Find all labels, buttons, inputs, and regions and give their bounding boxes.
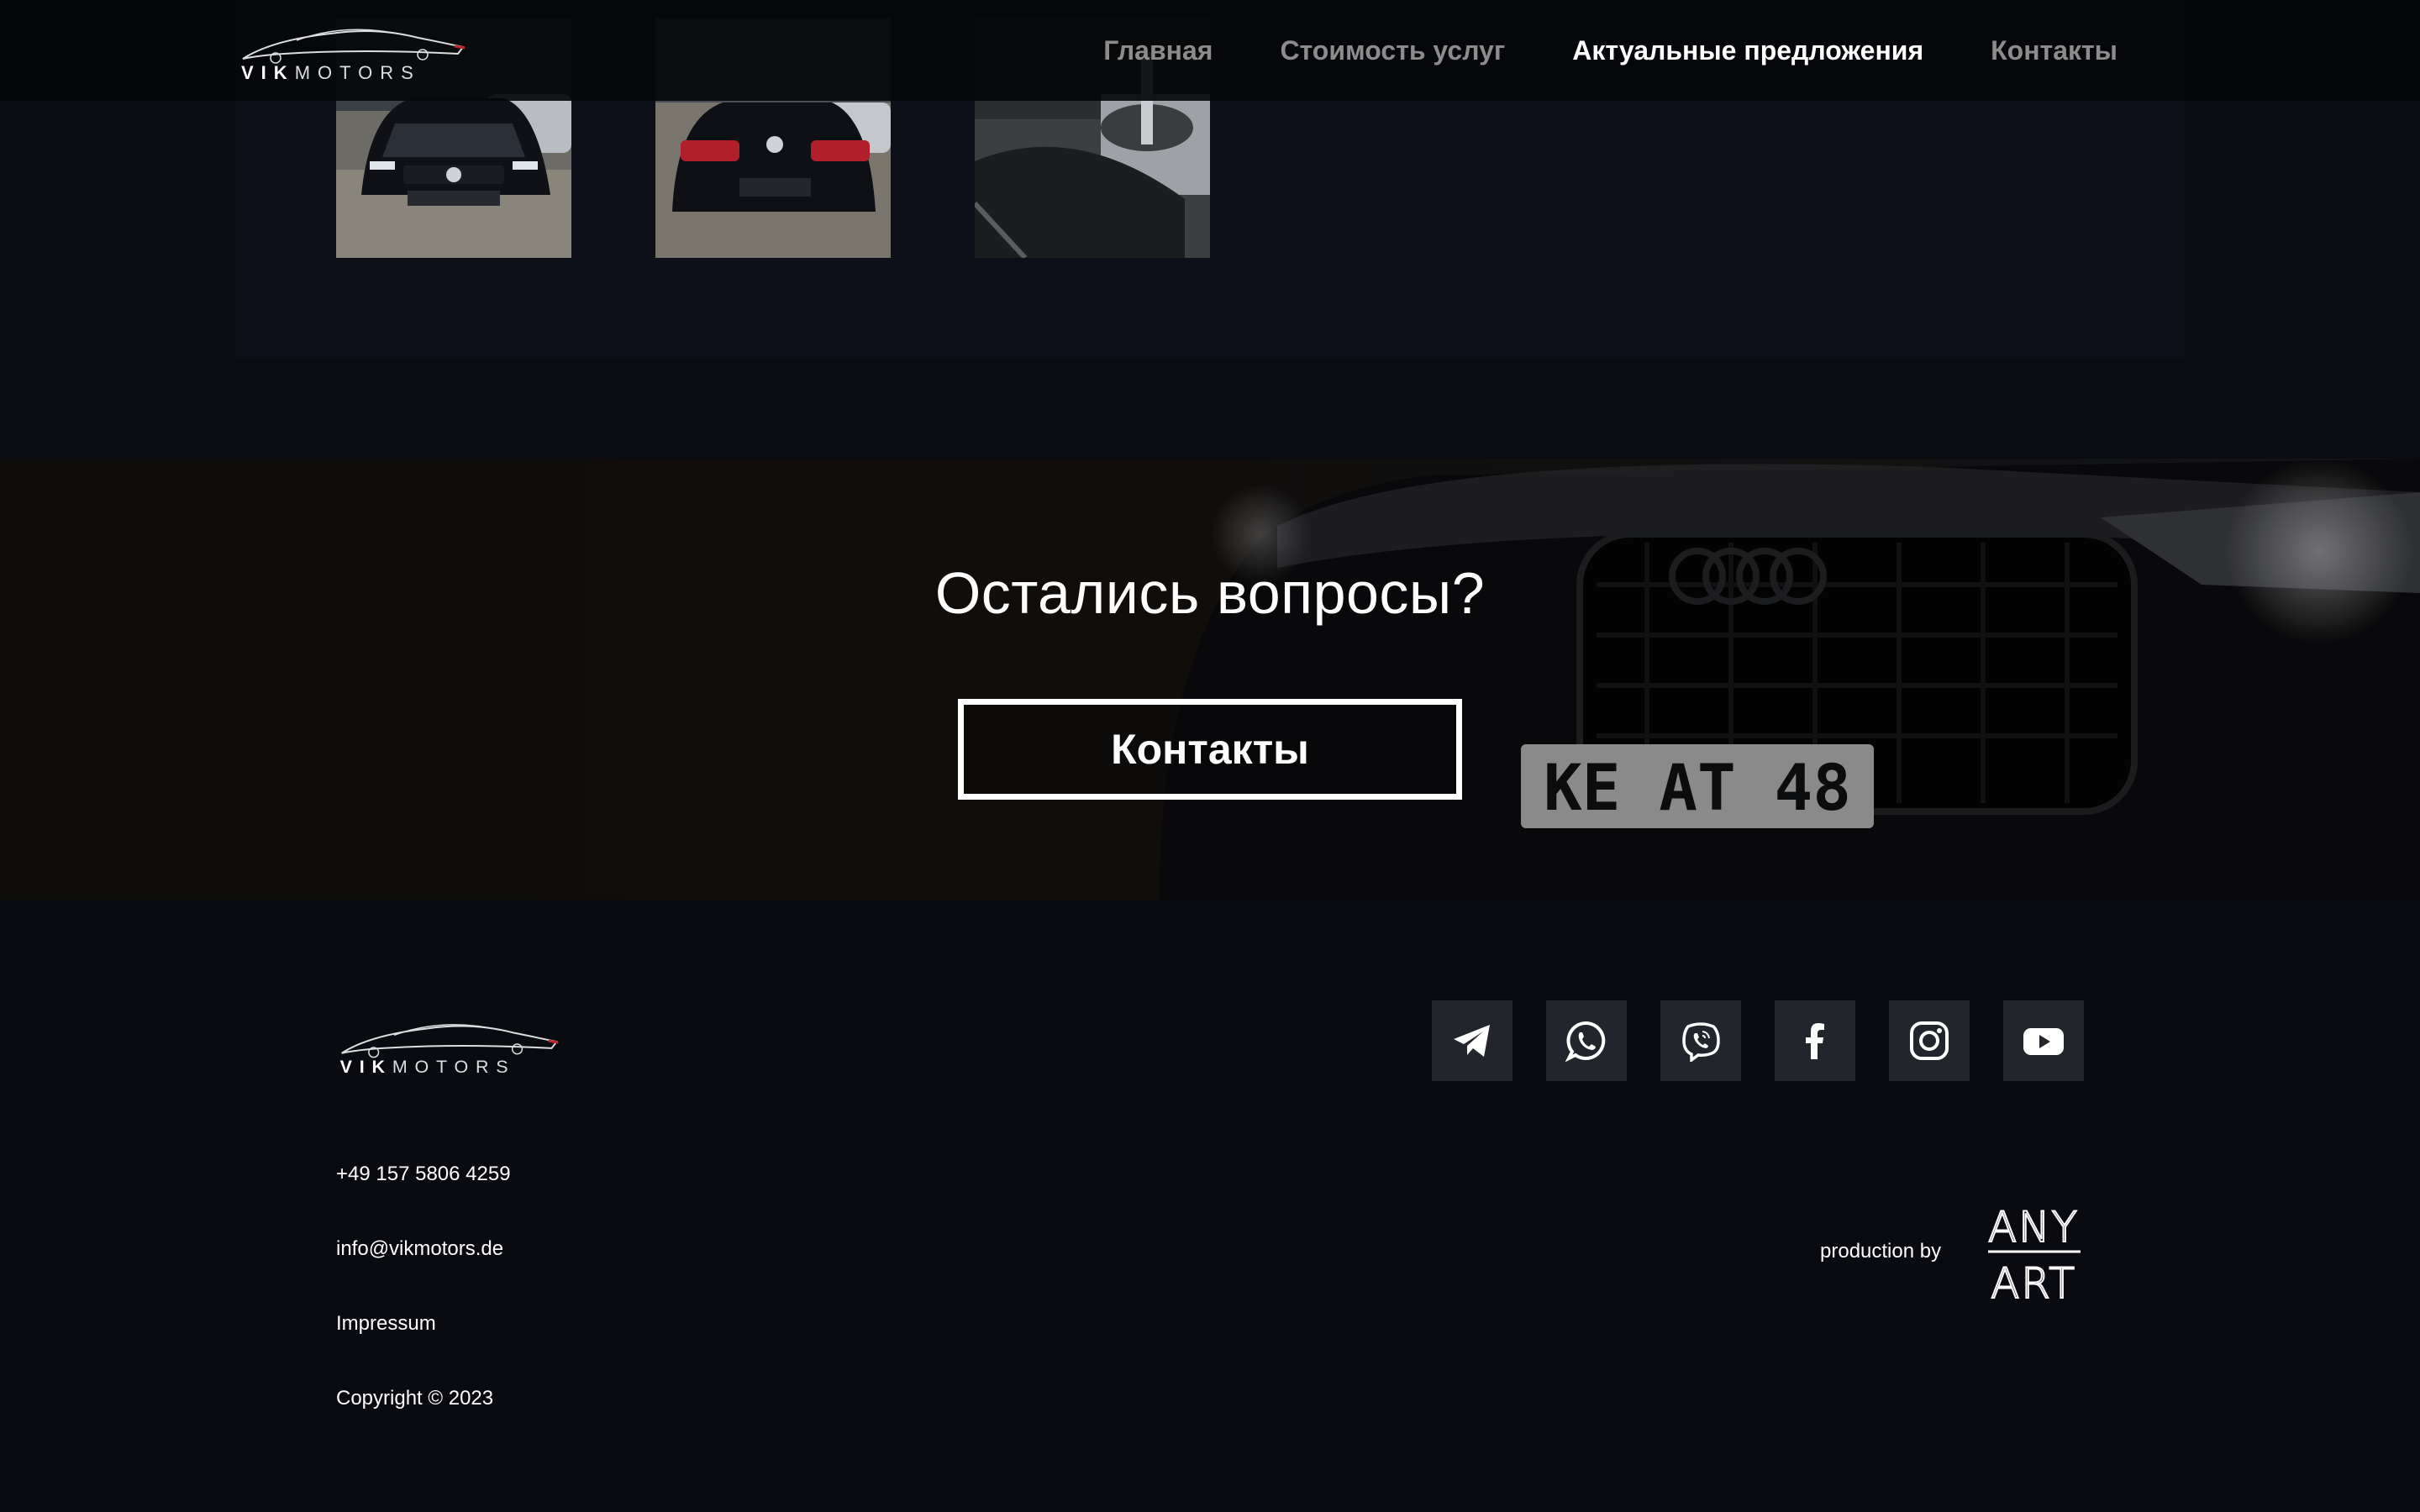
footer-email-link[interactable]: info@vikmotors.de xyxy=(336,1237,503,1261)
contact-cta-banner: KE AT 48 Остались вопросы? Контакты xyxy=(0,459,2420,900)
anyart-logo[interactable]: ANY ART xyxy=(1981,1200,2086,1309)
footer-phone-link[interactable]: +49 157 5806 4259 xyxy=(336,1163,511,1186)
whatsapp-button[interactable] xyxy=(1546,1000,1627,1081)
page: VIKMOTORS Главная Стоимость услуг Актуал… xyxy=(0,0,2420,1512)
footer-logo[interactable]: VIKMOTORS xyxy=(336,1011,563,1079)
footer-copyright: Copyright © 2023 xyxy=(336,1387,494,1410)
nav-item-home[interactable]: Главная xyxy=(1103,35,1213,66)
cta-background-car-image: KE AT 48 xyxy=(0,459,2420,900)
telegram-button[interactable] xyxy=(1432,1000,1512,1081)
facebook-icon xyxy=(1806,1023,1824,1059)
instagram-button[interactable] xyxy=(1889,1000,1970,1081)
main-nav: Главная Стоимость услуг Актуальные предл… xyxy=(1103,0,2118,101)
contacts-button[interactable]: Контакты xyxy=(958,699,1462,800)
whatsapp-icon xyxy=(1565,1021,1606,1062)
viber-button[interactable] xyxy=(1660,1000,1741,1081)
footer-impressum-link[interactable]: Impressum xyxy=(336,1312,436,1336)
svg-text:VIKMOTORS: VIKMOTORS xyxy=(241,62,421,83)
logo-text-light: MOTORS xyxy=(392,1057,516,1077)
anyart-logo-icon: ANY ART xyxy=(1987,1202,2081,1309)
logo-text-light: MOTORS xyxy=(295,62,421,83)
viber-icon xyxy=(1682,1022,1720,1062)
social-links xyxy=(1432,1000,2084,1081)
anyart-bottom-text: ART xyxy=(1991,1259,2076,1305)
logo-text-bold: VIK xyxy=(241,62,295,83)
vikmotors-logo-icon: VIKMOTORS xyxy=(241,29,466,83)
site-footer: VIKMOTORS +49 157 5806 4259 info@vikmoto… xyxy=(0,900,2420,1512)
youtube-icon xyxy=(2023,1028,2064,1055)
svg-text:VIKMOTORS: VIKMOTORS xyxy=(340,1057,516,1077)
telegram-icon xyxy=(1454,1025,1490,1057)
site-header: VIKMOTORS Главная Стоимость услуг Актуал… xyxy=(0,0,2420,101)
instagram-icon xyxy=(1910,1021,1949,1060)
production-by-label: production by xyxy=(1820,1240,1942,1263)
youtube-button[interactable] xyxy=(2003,1000,2084,1081)
vikmotors-logo-icon: VIKMOTORS xyxy=(340,1024,559,1077)
nav-item-contacts[interactable]: Контакты xyxy=(1991,35,2118,66)
facebook-button[interactable] xyxy=(1775,1000,1855,1081)
nav-item-offers[interactable]: Актуальные предложения xyxy=(1572,35,1923,66)
logo-text-bold: VIK xyxy=(340,1057,392,1077)
anyart-top-text: ANY xyxy=(1988,1203,2079,1252)
header-logo[interactable]: VIKMOTORS xyxy=(238,15,469,86)
cta-title: Остались вопросы? xyxy=(934,560,1486,626)
nav-item-pricing[interactable]: Стоимость услуг xyxy=(1280,35,1505,66)
